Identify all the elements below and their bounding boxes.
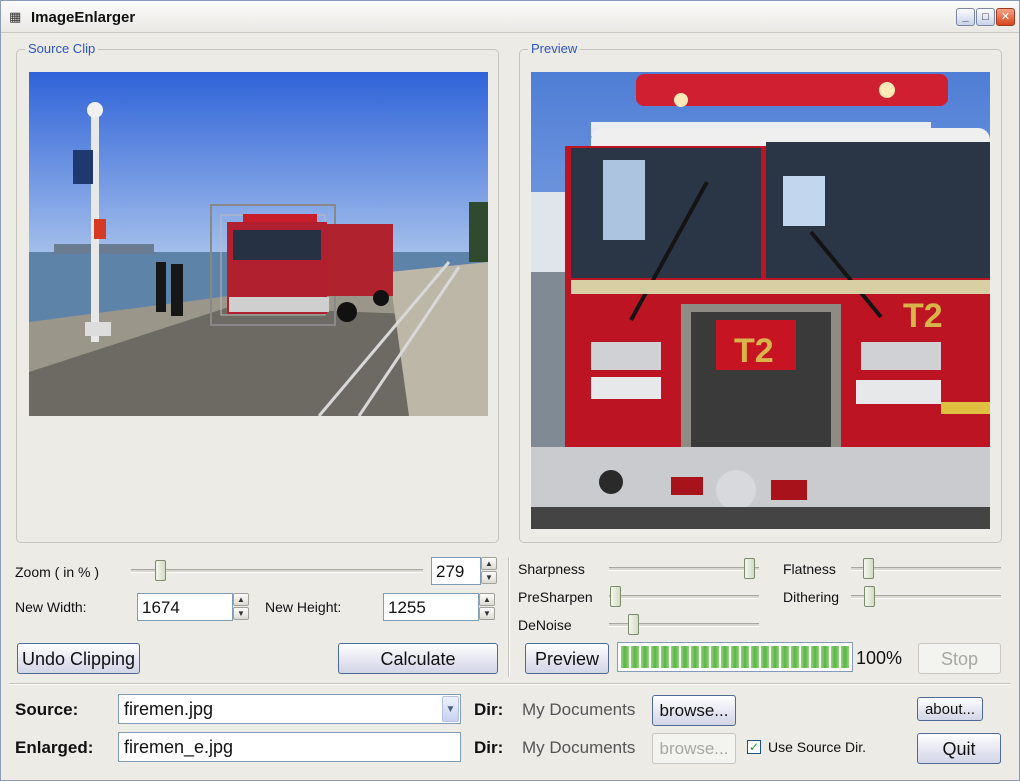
sharpness-slider-track[interactable] — [609, 567, 759, 571]
width-down-button[interactable]: ▼ — [233, 607, 249, 620]
preview-photo-illustration: T2 T2 — [531, 72, 990, 529]
zoom-value-field[interactable]: 279 — [431, 557, 481, 585]
title-bar[interactable]: ▦ ImageEnlarger _ □ ✕ — [1, 1, 1019, 33]
sharpness-label: Sharpness — [518, 561, 585, 577]
zoom-up-button[interactable]: ▲ — [481, 557, 497, 570]
new-height-label: New Height: — [265, 599, 342, 615]
quit-button[interactable]: Quit — [917, 733, 1001, 764]
height-spinner: ▲ ▼ — [479, 593, 495, 621]
source-image[interactable] — [29, 72, 488, 416]
browse-enlarged-button[interactable]: browse... — [652, 733, 736, 764]
denoise-slider-thumb[interactable] — [628, 614, 639, 635]
window-title: ImageEnlarger — [31, 9, 136, 26]
check-icon: ✓ — [748, 740, 760, 754]
source-label: Source: — [15, 700, 79, 719]
new-height-field[interactable]: 1255 — [383, 593, 479, 621]
progress-percent: 100% — [856, 648, 903, 668]
minimize-button[interactable]: _ — [956, 8, 975, 26]
about-button[interactable]: about... — [917, 697, 983, 721]
image-app-icon: ▦ — [9, 9, 22, 24]
undo-clipping-button[interactable]: Undo Clipping — [17, 643, 140, 674]
progress-bar — [617, 642, 853, 672]
source-file-value: firemen.jpg — [124, 699, 214, 719]
preview-button[interactable]: Preview — [525, 643, 609, 674]
presharpen-slider-thumb[interactable] — [610, 586, 621, 607]
source-dir-label: Dir: — [474, 700, 504, 719]
image-enlarger-window: ▦ ImageEnlarger _ □ ✕ Source Clip Previe… — [0, 0, 1020, 781]
dithering-slider-thumb[interactable] — [864, 586, 875, 607]
zoom-slider-track[interactable] — [131, 569, 423, 573]
panel-divider — [508, 557, 510, 677]
dithering-label: Dithering — [783, 589, 840, 605]
browse-source-button[interactable]: browse... — [652, 695, 736, 726]
chevron-down-icon[interactable]: ▼ — [442, 696, 459, 722]
preview-legend: Preview — [528, 41, 581, 56]
preview-image: T2 T2 — [531, 72, 990, 529]
enlarged-dir-label: Dir: — [474, 738, 504, 757]
height-up-button[interactable]: ▲ — [479, 593, 495, 606]
use-source-dir-label: Use Source Dir. — [768, 739, 867, 755]
calculate-button[interactable]: Calculate — [338, 643, 498, 674]
new-width-label: New Width: — [15, 599, 87, 615]
files-divider — [9, 683, 1011, 685]
presharpen-slider-track[interactable] — [609, 595, 759, 599]
enlarged-label: Enlarged: — [15, 738, 94, 757]
height-down-button[interactable]: ▼ — [479, 607, 495, 620]
close-button[interactable]: ✕ — [996, 8, 1015, 26]
width-up-button[interactable]: ▲ — [233, 593, 249, 606]
flatness-label: Flatness — [783, 561, 836, 577]
source-photo-illustration — [29, 72, 488, 416]
maximize-button[interactable]: □ — [976, 8, 995, 26]
source-clip-legend: Source Clip — [25, 41, 99, 56]
presharpen-label: PreSharpen — [518, 589, 593, 605]
svg-text:T2: T2 — [734, 332, 774, 370]
denoise-label: DeNoise — [518, 617, 572, 633]
sharpness-slider-thumb[interactable] — [744, 558, 755, 579]
progress-bar-fill — [621, 646, 849, 668]
zoom-spinner: ▲ ▼ — [481, 557, 497, 585]
zoom-down-button[interactable]: ▼ — [481, 571, 497, 584]
use-source-dir-checkbox[interactable]: ✓ — [747, 740, 761, 754]
source-file-combo[interactable]: firemen.jpg ▼ — [118, 694, 461, 724]
new-width-field[interactable]: 1674 — [137, 593, 233, 621]
enlarged-dir-value: My Documents — [522, 738, 636, 757]
zoom-slider-thumb[interactable] — [155, 560, 166, 581]
enlarged-file-input[interactable]: firemen_e.jpg — [118, 732, 461, 762]
source-dir-value: My Documents — [522, 700, 636, 719]
width-spinner: ▲ ▼ — [233, 593, 249, 621]
zoom-label: Zoom ( in % ) — [15, 564, 100, 580]
svg-text:T2: T2 — [903, 297, 943, 335]
flatness-slider-thumb[interactable] — [863, 558, 874, 579]
stop-button[interactable]: Stop — [918, 643, 1001, 674]
